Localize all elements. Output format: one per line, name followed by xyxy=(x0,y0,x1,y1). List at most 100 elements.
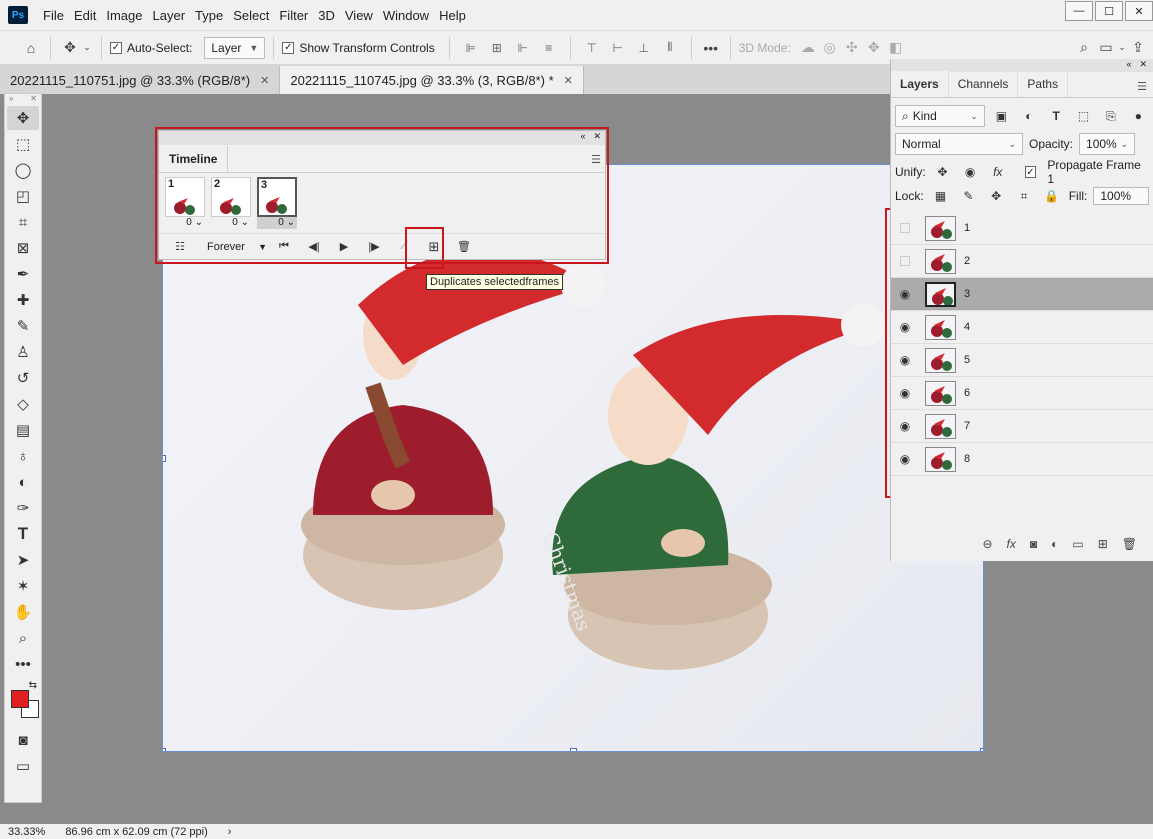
marquee-tool-icon[interactable]: ⬚ xyxy=(7,132,39,156)
align-middle-icon[interactable]: ⊢ xyxy=(608,39,628,57)
doc-tab-2[interactable]: 20221115_110745.jpg @ 33.3% (3, RGB/8*) … xyxy=(280,66,584,94)
auto-select-checkbox[interactable]: ✓ xyxy=(110,41,122,54)
tab-channels[interactable]: Channels xyxy=(949,71,1019,97)
visibility-toggle-empty[interactable] xyxy=(891,223,919,233)
close-icon[interactable]: ✕ xyxy=(564,74,573,87)
convert-to-video-timeline-icon[interactable]: ☷ xyxy=(167,236,193,258)
transform-handle[interactable] xyxy=(163,455,166,462)
filter-toggle-icon[interactable]: ● xyxy=(1128,106,1149,126)
kind-filter-dropdown[interactable]: ⌕ Kind ⌄ xyxy=(895,105,985,127)
collapse-icon[interactable]: « xyxy=(580,131,585,145)
unify-position-icon[interactable]: ✥ xyxy=(932,162,954,182)
duplicate-frame-button[interactable]: ⊞ xyxy=(421,236,447,258)
zoom-level[interactable]: 33.33% xyxy=(8,826,45,838)
close-icon[interactable]: ✕ xyxy=(593,131,601,145)
visibility-eye-icon[interactable]: ◉ xyxy=(891,287,919,301)
panel-menu-icon[interactable]: ☰ xyxy=(591,153,601,166)
auto-select-dropdown[interactable]: Layer ▼ xyxy=(204,36,266,59)
folder-icon[interactable]: ▭ xyxy=(1072,537,1083,551)
frame-tool-icon[interactable]: ⊠ xyxy=(7,236,39,260)
layer-row[interactable]: ◉ 6 xyxy=(891,377,1153,410)
menu-window[interactable]: Window xyxy=(378,8,434,23)
minimize-button[interactable]: — xyxy=(1065,1,1093,21)
shape-filter-icon[interactable]: ⬚ xyxy=(1073,106,1094,126)
propagate-checkbox[interactable]: ✓ xyxy=(1024,166,1037,178)
frame-delay[interactable]: 0 ⌄ xyxy=(211,217,251,228)
lock-position-icon[interactable]: ✥ xyxy=(985,186,1007,206)
menu-type[interactable]: Type xyxy=(190,8,228,23)
link-layers-icon[interactable]: ⊖ xyxy=(982,537,992,551)
transform-handle[interactable] xyxy=(163,748,166,751)
more-tools-icon[interactable]: ••• xyxy=(7,652,39,676)
history-brush-icon[interactable]: ↺ xyxy=(7,366,39,390)
dodge-tool-icon[interactable]: ◐ xyxy=(7,470,39,494)
new-layer-icon[interactable]: ⊞ xyxy=(1098,537,1108,551)
screen-mode-icon[interactable]: ▭ xyxy=(7,754,39,778)
play-icon[interactable]: ▶ xyxy=(331,236,357,258)
blur-tool-icon[interactable]: ♁ xyxy=(7,444,39,468)
doc-tab-1[interactable]: 20221115_110751.jpg @ 33.3% (RGB/8*) ✕ xyxy=(0,66,281,94)
menu-edit[interactable]: Edit xyxy=(69,8,101,23)
align-left-icon[interactable]: ⊫ xyxy=(461,39,481,57)
move-tool-icon[interactable]: ✥ xyxy=(59,37,81,59)
visibility-toggle-empty[interactable] xyxy=(891,256,919,266)
move-tool-icon[interactable]: ✥ xyxy=(7,106,39,130)
collapse-icon[interactable]: » xyxy=(9,94,13,104)
timeline-frame[interactable]: 3 0 ⌄ xyxy=(257,177,297,229)
lock-all-icon[interactable]: 🔒 xyxy=(1041,186,1063,206)
visibility-eye-icon[interactable]: ◉ xyxy=(891,353,919,367)
frame-delay[interactable]: 0 ⌄ xyxy=(257,217,297,228)
visibility-eye-icon[interactable]: ◉ xyxy=(891,320,919,334)
collapse-icon[interactable]: « xyxy=(1126,59,1131,72)
stamp-tool-icon[interactable]: ♙ xyxy=(7,340,39,364)
foreground-color-swatch[interactable] xyxy=(11,690,29,708)
pixel-filter-icon[interactable]: ▣ xyxy=(991,106,1012,126)
close-icon[interactable]: ✕ xyxy=(1139,59,1147,72)
align-top-icon[interactable]: ⊤ xyxy=(582,39,602,57)
visibility-eye-icon[interactable]: ◉ xyxy=(891,419,919,433)
visibility-eye-icon[interactable]: ◉ xyxy=(891,452,919,466)
chevron-down-icon[interactable]: ⌄ xyxy=(81,37,93,59)
timeline-frame[interactable]: 2 0 ⌄ xyxy=(211,177,251,229)
menu-image[interactable]: Image xyxy=(101,8,147,23)
lock-artboard-icon[interactable]: ⌗ xyxy=(1013,186,1035,206)
home-icon[interactable]: ⌂ xyxy=(20,37,42,59)
show-transform-checkbox[interactable]: ✓ xyxy=(282,41,295,54)
maximize-button[interactable]: ☐ xyxy=(1095,1,1123,21)
fx-icon[interactable]: fx xyxy=(1007,537,1016,551)
layer-row[interactable]: ◉ 3 xyxy=(891,278,1153,311)
pen-tool-icon[interactable]: ✑ xyxy=(7,496,39,520)
chevron-down-icon[interactable]: ⌄ xyxy=(1117,37,1127,59)
first-frame-icon[interactable]: ⏮ xyxy=(271,236,297,258)
unify-style-icon[interactable]: fx xyxy=(987,162,1009,182)
menu-3d[interactable]: 3D xyxy=(313,8,340,23)
share-icon[interactable]: ⇪ xyxy=(1127,37,1149,59)
path-selection-icon[interactable]: ➤ xyxy=(7,548,39,572)
delete-layer-icon[interactable]: 🗑 xyxy=(1122,537,1137,551)
menu-select[interactable]: Select xyxy=(228,8,274,23)
next-frame-icon[interactable]: |▶ xyxy=(361,236,387,258)
opacity-field[interactable]: 100% ⌄ xyxy=(1079,133,1136,155)
search-icon[interactable]: ⌕ xyxy=(1073,37,1095,59)
menu-file[interactable]: File xyxy=(38,8,69,23)
object-selection-tool-icon[interactable]: ◰ xyxy=(7,184,39,208)
tab-timeline[interactable]: Timeline xyxy=(159,146,229,172)
align-bottom-icon[interactable]: ⊥ xyxy=(634,39,654,57)
workspace-icon[interactable]: ▭ xyxy=(1095,37,1117,59)
layer-row[interactable]: ◉ 8 xyxy=(891,443,1153,476)
panel-menu-icon[interactable]: ☰ xyxy=(1137,80,1147,93)
close-icon[interactable]: ✕ xyxy=(260,74,269,87)
adjustment-filter-icon[interactable]: ◐ xyxy=(1018,106,1039,126)
healing-tool-icon[interactable]: ✚ xyxy=(7,288,39,312)
brush-tool-icon[interactable]: ✎ xyxy=(7,314,39,338)
menu-layer[interactable]: Layer xyxy=(148,8,191,23)
type-filter-icon[interactable]: T xyxy=(1046,106,1067,126)
eyedropper-tool-icon[interactable]: ✒ xyxy=(7,262,39,286)
layer-row[interactable]: ◉ 4 xyxy=(891,311,1153,344)
previous-frame-icon[interactable]: ◀| xyxy=(301,236,327,258)
shape-tool-icon[interactable]: ✶ xyxy=(7,574,39,598)
close-icon[interactable]: ✕ xyxy=(30,94,37,104)
crop-tool-icon[interactable]: ⌗ xyxy=(7,210,39,234)
menu-help[interactable]: Help xyxy=(434,8,471,23)
visibility-eye-icon[interactable]: ◉ xyxy=(891,386,919,400)
